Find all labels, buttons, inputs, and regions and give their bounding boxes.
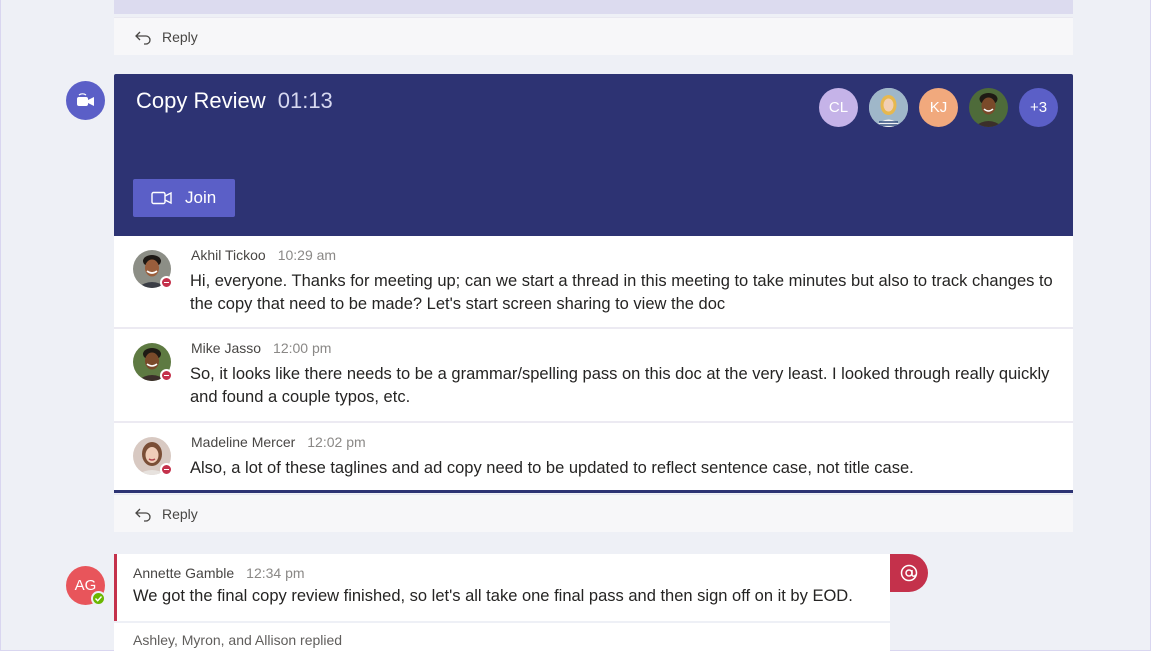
participant-avatar-kj[interactable]: KJ [919, 88, 958, 127]
message-body: We got the final copy review finished, s… [133, 587, 853, 605]
more-participants-badge[interactable]: +3 [1019, 88, 1058, 127]
replies-summary[interactable]: Ashley, Myron, and Allison replied [114, 623, 890, 651]
meeting-duration: 01:13 [277, 88, 333, 113]
do-not-disturb-status-icon [160, 369, 173, 382]
do-not-disturb-status-icon [160, 463, 173, 476]
available-status-icon [91, 591, 106, 606]
meeting-call-icon [66, 81, 105, 120]
message-author: Madeline Mercer [191, 434, 296, 450]
message-timestamp: 12:02 pm [307, 434, 366, 450]
message-header: Mike Jasso 12:00 pm [191, 340, 331, 356]
list-item: Akhil Tickoo 10:29 am Hi, everyone. Thank… [114, 236, 1073, 327]
participant-avatars: CL KJ +3 [808, 88, 1058, 127]
reply-label: Reply [162, 505, 198, 522]
message-header: Akhil Tickoo 10:29 am [191, 247, 336, 263]
meeting-card: Copy Review 01:13 CL KJ +3 Join [114, 74, 1073, 236]
reply-arrow-icon [134, 28, 152, 46]
message-timestamp: 10:29 am [277, 247, 337, 263]
join-meeting-button[interactable]: Join [133, 179, 235, 217]
message-author: Annette Gamble [133, 565, 235, 581]
mention-icon [890, 554, 928, 592]
reply-button-previous[interactable]: Reply [114, 17, 1073, 55]
list-item: Mike Jasso 12:00 pm So, it looks like the… [114, 329, 1073, 421]
meeting-name: Copy Review [136, 88, 266, 113]
participant-avatar-photo[interactable] [869, 88, 908, 127]
message-header: Madeline Mercer 12:02 pm [191, 434, 366, 450]
list-item: Madeline Mercer 12:02 pm Also, a lot of t… [114, 423, 1073, 490]
message-author: Mike Jasso [191, 340, 262, 356]
message-header: Annette Gamble 12:34 pm [133, 565, 305, 581]
participant-avatar-cl[interactable]: CL [819, 88, 858, 127]
message-body: Hi, everyone. Thanks for meeting up; can… [190, 272, 1053, 313]
important-post: Annette Gamble 12:34 pm We got the final … [114, 554, 890, 621]
message-body: So, it looks like there needs to be a gr… [190, 365, 1050, 406]
thread-end-divider [114, 490, 1073, 493]
video-camera-icon [151, 191, 172, 205]
join-label: Join [185, 188, 217, 207]
previous-message-strip [114, 0, 1073, 14]
message-author: Akhil Tickoo [191, 247, 266, 263]
reply-button-meeting[interactable]: Reply [114, 494, 1073, 532]
reply-arrow-icon [134, 505, 152, 523]
message-timestamp: 12:34 pm [246, 565, 305, 581]
message-body: Also, a lot of these taglines and ad cop… [190, 459, 914, 477]
participant-avatar-photo[interactable] [969, 88, 1008, 127]
reply-label: Reply [162, 28, 198, 45]
meeting-title: Copy Review 01:13 [136, 88, 333, 114]
message-timestamp: 12:00 pm [273, 340, 332, 356]
do-not-disturb-status-icon [160, 276, 173, 289]
